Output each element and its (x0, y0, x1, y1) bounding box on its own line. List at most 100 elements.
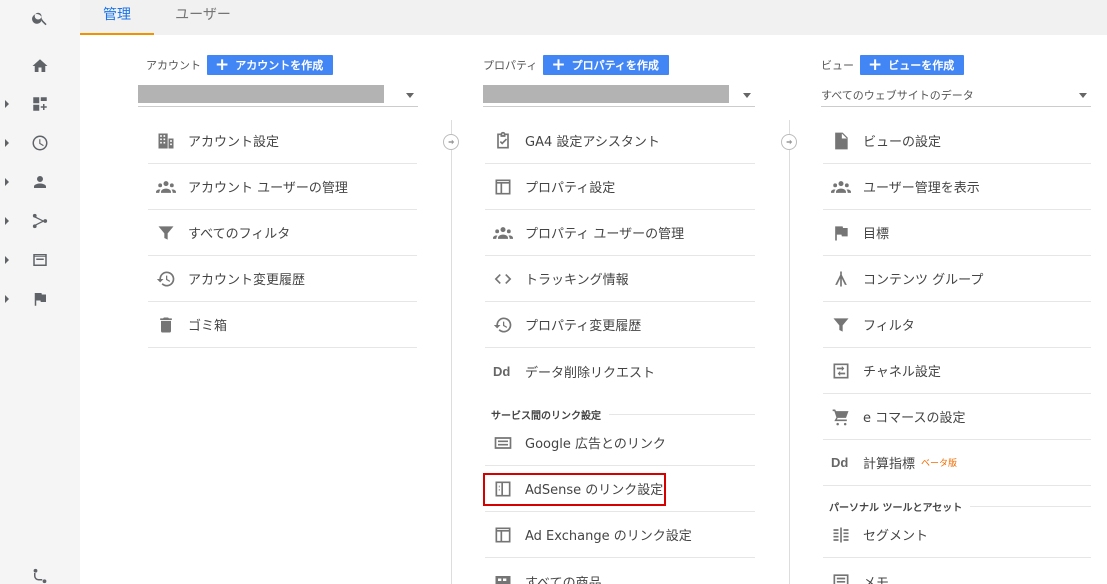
menu-label: メモ (863, 575, 890, 584)
channel-settings[interactable]: チャネル設定 (823, 348, 1091, 394)
view-filters[interactable]: フィルタ (823, 302, 1091, 348)
annotations[interactable]: メモ (823, 558, 1091, 584)
account-trash[interactable]: ゴミ箱 (148, 302, 417, 348)
chevron-down-icon (743, 93, 751, 98)
view-column-header: ビュー + ビューを作成 (821, 55, 965, 75)
history-icon (148, 269, 188, 289)
menu-label: Ad Exchange のリンク設定 (525, 529, 692, 544)
menu-label: フィルタ (863, 319, 915, 334)
window-icon (485, 177, 525, 197)
window-icon (485, 525, 525, 545)
flag-icon[interactable] (0, 284, 80, 314)
menu-label: 計算指標 (863, 457, 916, 472)
history-icon (485, 315, 525, 335)
create-property-button[interactable]: + プロパティを作成 (543, 55, 669, 75)
filter-icon (148, 223, 188, 243)
chevron-down-icon (406, 93, 414, 98)
content-group-icon (823, 269, 863, 289)
ads-icon (485, 433, 525, 453)
code-icon (485, 269, 525, 289)
dd-icon: Dd (493, 363, 511, 379)
discover-icon[interactable] (0, 561, 80, 584)
left-nav-rail (0, 0, 80, 584)
menu-label: すべてのフィルタ (188, 227, 291, 242)
product-icon (485, 571, 525, 584)
property-column-header: プロパティ + プロパティを作成 (483, 55, 669, 75)
data-deletion-request[interactable]: Dd データ削除リクエスト (485, 348, 755, 394)
tab-user[interactable]: ユーザー (168, 0, 238, 35)
menu-label: GA4 設定アシスタント (525, 135, 660, 150)
menu-label: プロパティ ユーザーの管理 (525, 227, 685, 242)
all-products[interactable]: すべての商品 (485, 558, 755, 584)
view-selected-value: すべてのウェブサイトのデータ (821, 89, 974, 102)
view-settings[interactable]: ビューの設定 (823, 118, 1091, 164)
menu-label: アカウント変更履歴 (188, 273, 306, 288)
account-selector[interactable] (138, 83, 418, 107)
menu-label: データ削除リクエスト (525, 365, 656, 381)
tracking-info[interactable]: トラッキング情報 (485, 256, 755, 302)
property-change-history[interactable]: プロパティ変更履歴 (485, 302, 755, 348)
behavior-icon[interactable] (0, 245, 80, 275)
create-view-button[interactable]: + ビューを作成 (860, 55, 965, 75)
people-icon (485, 223, 525, 243)
property-label: プロパティ (483, 59, 538, 72)
ecommerce-settings[interactable]: e コマースの設定 (823, 394, 1091, 440)
menu-label: アカウント設定 (188, 135, 280, 150)
acquisition-icon[interactable] (0, 206, 80, 236)
doc-icon (823, 131, 863, 151)
chevron-down-icon (1079, 93, 1087, 98)
menu-label: コンテンツ グループ (863, 273, 984, 288)
admin-tab-bar: 管理 ユーザー (80, 0, 1107, 35)
home-icon[interactable] (0, 51, 80, 81)
property-settings[interactable]: プロパティ設定 (485, 164, 755, 210)
people-icon (823, 177, 863, 197)
segments[interactable]: セグメント (823, 512, 1091, 558)
view-label: ビュー (821, 59, 854, 72)
account-user-management[interactable]: アカウント ユーザーの管理 (148, 164, 417, 210)
ga4-setup-assistant[interactable]: GA4 設定アシスタント (485, 118, 755, 164)
menu-label: アカウント ユーザーの管理 (188, 181, 348, 196)
building-icon (148, 131, 188, 151)
create-account-button[interactable]: + アカウントを作成 (207, 55, 334, 75)
clock-icon[interactable] (0, 128, 80, 158)
menu-label: ビューの設定 (863, 135, 942, 150)
menu-label: Google 広告とのリンク (525, 437, 666, 452)
menu-label: ユーザー管理を表示 (863, 181, 980, 196)
property-user-management[interactable]: プロパティ ユーザーの管理 (485, 210, 755, 256)
arrow-right-icon (443, 134, 459, 150)
filter-icon (823, 315, 863, 335)
redacted-account-name (138, 85, 384, 103)
tab-admin[interactable]: 管理 (80, 0, 154, 35)
menu-label: 目標 (863, 227, 890, 242)
account-change-history[interactable]: アカウント変更履歴 (148, 256, 417, 302)
menu-label: e コマースの設定 (863, 411, 966, 426)
menu-label: トラッキング情報 (525, 273, 629, 288)
dashboard-icon[interactable] (0, 89, 80, 119)
person-icon[interactable] (0, 167, 80, 197)
segment-icon (823, 525, 863, 545)
view-user-management[interactable]: ユーザー管理を表示 (823, 164, 1091, 210)
trash-icon (148, 315, 188, 335)
calculated-metrics[interactable]: Dd 計算指標 ベータ版 (823, 440, 1091, 486)
goals[interactable]: 目標 (823, 210, 1091, 256)
search-icon[interactable] (0, 3, 80, 33)
account-all-filters[interactable]: すべてのフィルタ (148, 210, 417, 256)
menu-label: プロパティ設定 (525, 181, 616, 196)
account-column-header: アカウント + アカウントを作成 (146, 55, 334, 75)
channel-icon (823, 361, 863, 381)
menu-label: すべての商品 (525, 575, 602, 584)
people-icon (148, 177, 188, 197)
flag-icon (823, 223, 863, 243)
menu-label: ゴミ箱 (188, 319, 228, 334)
menu-label: チャネル設定 (863, 365, 941, 380)
column-divider (451, 120, 452, 584)
view-selector[interactable]: すべてのウェブサイトのデータ (821, 83, 1091, 107)
beta-badge: ベータ版 (921, 459, 958, 469)
content-grouping[interactable]: コンテンツ グループ (823, 256, 1091, 302)
ad-exchange-link-settings[interactable]: Ad Exchange のリンク設定 (485, 512, 755, 558)
redacted-property-name (483, 85, 729, 103)
google-ads-link[interactable]: Google 広告とのリンク (485, 420, 755, 466)
account-label: アカウント (146, 59, 201, 72)
account-settings[interactable]: アカウント設定 (148, 118, 417, 164)
property-selector[interactable] (483, 83, 755, 107)
